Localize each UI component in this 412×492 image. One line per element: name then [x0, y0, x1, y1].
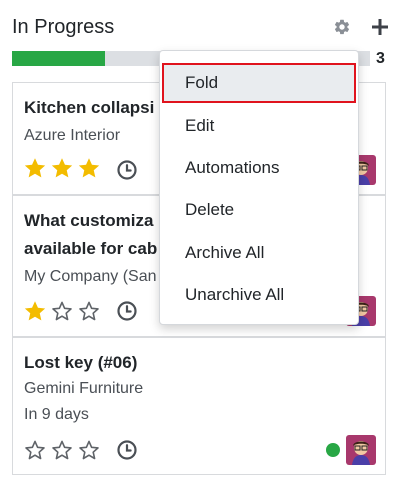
- card-customer: My Company (San: [24, 268, 157, 285]
- priority-stars[interactable]: [23, 438, 101, 462]
- star-filled-icon[interactable]: [23, 299, 47, 323]
- column-header: In Progress: [12, 14, 402, 40]
- menu-item-fold[interactable]: Fold: [162, 63, 356, 103]
- menu-item-automations[interactable]: Automations: [162, 148, 356, 188]
- clock-icon[interactable]: [116, 439, 138, 461]
- kanban-card[interactable]: Lost key (#06) Gemini Furniture In 9 day…: [12, 337, 386, 475]
- card-title: Lost key (#06): [24, 353, 138, 372]
- card-title-line: available for cab: [24, 239, 158, 258]
- card-title-line: What customiza: [24, 211, 154, 230]
- menu-item-delete[interactable]: Delete: [162, 190, 356, 230]
- clock-icon[interactable]: [116, 159, 138, 181]
- column-settings-button[interactable]: [330, 15, 354, 39]
- add-card-button[interactable]: [368, 15, 392, 39]
- plus-icon: [372, 19, 388, 35]
- progress-bar-fill: [12, 51, 106, 66]
- card-deadline: In 9 days: [24, 406, 89, 423]
- card-customer: Azure Interior: [24, 127, 121, 144]
- clock-icon[interactable]: [116, 300, 138, 322]
- priority-stars[interactable]: [23, 156, 101, 180]
- star-filled-icon[interactable]: [23, 156, 47, 180]
- star-empty-icon[interactable]: [23, 438, 47, 462]
- menu-item-archive-all[interactable]: Archive All: [162, 233, 356, 273]
- column-settings-menu: Fold Edit Automations Delete Archive All…: [159, 50, 359, 325]
- star-filled-icon[interactable]: [50, 156, 74, 180]
- star-empty-icon[interactable]: [77, 299, 101, 323]
- star-filled-icon[interactable]: [77, 156, 101, 180]
- priority-stars[interactable]: [23, 299, 101, 323]
- menu-item-unarchive-all[interactable]: Unarchive All: [162, 275, 356, 315]
- avatar[interactable]: [346, 435, 376, 465]
- menu-item-edit[interactable]: Edit: [162, 106, 356, 146]
- star-empty-icon[interactable]: [50, 438, 74, 462]
- gear-icon: [334, 19, 350, 35]
- status-indicator-dot[interactable]: [326, 443, 340, 457]
- star-empty-icon[interactable]: [50, 299, 74, 323]
- column-record-count: 3: [376, 50, 385, 67]
- card-customer: Gemini Furniture: [24, 380, 144, 397]
- column-title: In Progress: [12, 16, 115, 38]
- star-empty-icon[interactable]: [77, 438, 101, 462]
- card-title: Kitchen collapsi: [24, 98, 155, 117]
